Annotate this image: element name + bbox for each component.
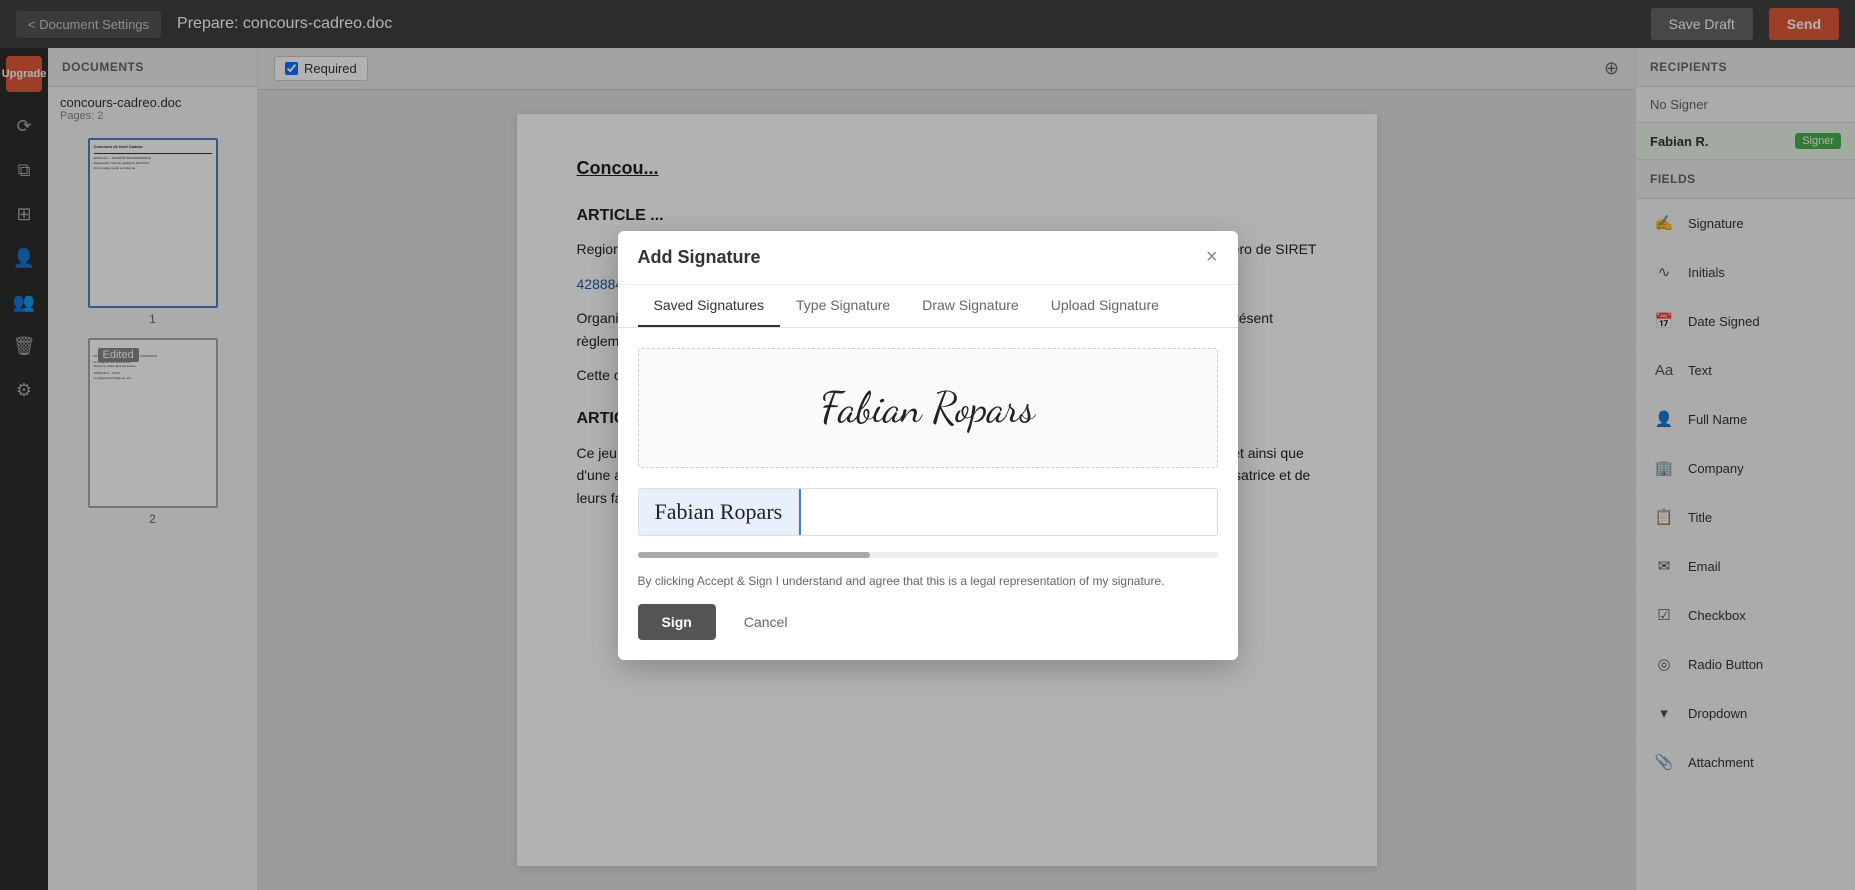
sig-option-1[interactable]: Fabian Ropars (639, 489, 800, 535)
modal-title: Add Signature (638, 247, 761, 268)
add-signature-modal: Add Signature × Saved SignaturesType Sig… (618, 231, 1238, 660)
legal-text: By clicking Accept & Sign I understand a… (638, 574, 1218, 588)
modal-tab-draw-signature[interactable]: Draw Signature (906, 285, 1035, 327)
modal-tabs: Saved SignaturesType SignatureDraw Signa… (618, 285, 1238, 328)
modal-header: Add Signature × (618, 231, 1238, 285)
modal-tab-saved-signatures[interactable]: Saved Signatures (638, 285, 781, 327)
modal-close-button[interactable]: × (1206, 247, 1218, 267)
modal-actions: Sign Cancel (638, 604, 1218, 640)
signature-scroll-container: Fabian Ropars (638, 488, 1218, 536)
sign-button[interactable]: Sign (638, 604, 716, 640)
modal-overlay[interactable]: Add Signature × Saved SignaturesType Sig… (0, 0, 1855, 890)
modal-body: Fabian Ropars Fabian Ropars By clicking … (618, 328, 1238, 660)
signature-display: Fabian Ropars (820, 382, 1035, 433)
modal-tab-upload-signature[interactable]: Upload Signature (1035, 285, 1175, 327)
modal-tab-type-signature[interactable]: Type Signature (780, 285, 906, 327)
signature-options[interactable]: Fabian Ropars (638, 488, 1218, 536)
scroll-track[interactable] (638, 552, 1218, 558)
scroll-thumb (638, 552, 870, 558)
cancel-button[interactable]: Cancel (728, 604, 804, 640)
signature-preview: Fabian Ropars (638, 348, 1218, 468)
